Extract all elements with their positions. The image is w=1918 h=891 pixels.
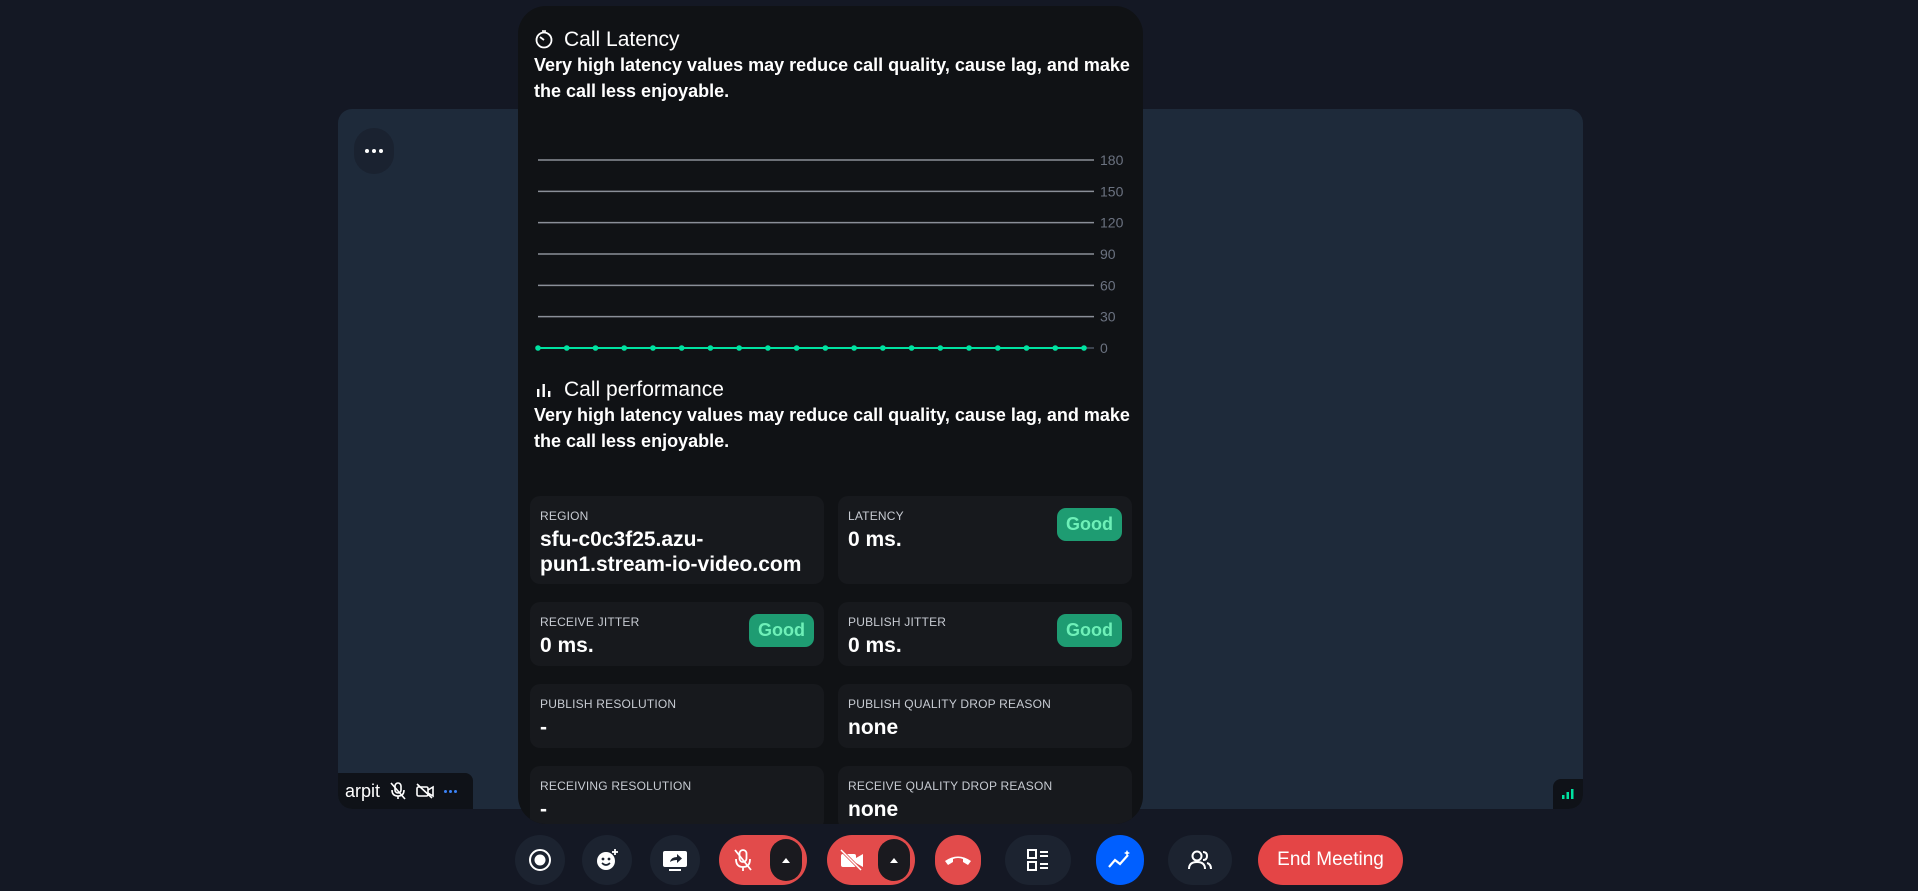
- stat-value: -: [540, 716, 547, 739]
- stat-label: RECEIVING RESOLUTION: [540, 779, 692, 793]
- stat-value: -: [540, 798, 547, 821]
- latency-data-point: [678, 345, 685, 351]
- y-tick-label: 60: [1100, 277, 1116, 293]
- status-badge: Good: [1057, 614, 1122, 647]
- latency-data-point: [822, 345, 829, 351]
- y-tick-label: 180: [1100, 152, 1124, 168]
- performance-section-title: Call performance: [534, 378, 724, 402]
- stat-label: PUBLISH RESOLUTION: [540, 697, 677, 711]
- latency-data-point: [650, 345, 656, 351]
- latency-data-point: [908, 345, 915, 351]
- latency-data-point: [1081, 345, 1087, 351]
- microphone-toggle-button[interactable]: [719, 835, 807, 885]
- performance-title: Call performance: [564, 378, 724, 401]
- reactions-button[interactable]: [582, 835, 632, 885]
- y-tick-label: 30: [1100, 309, 1116, 325]
- screen-share-icon: [663, 851, 687, 871]
- stat-label: REGION: [540, 509, 589, 523]
- chevron-up-icon: [890, 858, 898, 863]
- end-meeting-button[interactable]: End Meeting: [1258, 835, 1403, 885]
- stat-card-region: REGION sfu-c0c3f25.azu-pun1.stream-io-vi…: [530, 496, 824, 584]
- latency-data-point: [765, 345, 771, 351]
- leave-call-button[interactable]: [935, 835, 981, 885]
- emoji-add-icon: [597, 849, 618, 870]
- stat-value: none: [848, 716, 899, 739]
- performance-description: Very high latency values may reduce call…: [534, 405, 1130, 451]
- mic-off-icon: [390, 782, 406, 800]
- record-icon: [529, 849, 551, 871]
- y-tick-label: 90: [1100, 246, 1116, 262]
- latency-timer-icon: [535, 30, 553, 49]
- participants-icon: [1188, 850, 1212, 870]
- hang-up-icon: [945, 856, 971, 865]
- latency-data-point: [994, 345, 1001, 351]
- participant-more-icon[interactable]: [444, 789, 458, 793]
- latency-data-point: [707, 345, 714, 351]
- stat-value: sfu-c0c3f25.azu-pun1.stream-io-video.com: [540, 528, 802, 576]
- latency-description: Very high latency values may reduce call…: [534, 55, 1130, 101]
- stat-card-latency: LATENCY 0 ms. Good: [838, 496, 1132, 584]
- chevron-up-icon: [782, 858, 790, 863]
- latency-data-point: [535, 345, 541, 351]
- stat-value: none: [848, 798, 899, 821]
- stats-sparkle-icon: [1108, 850, 1130, 868]
- latency-data-point: [793, 345, 800, 351]
- connection-quality-icon: [1553, 779, 1583, 809]
- stat-label: RECEIVE QUALITY DROP REASON: [848, 779, 1053, 793]
- latency-data-point: [851, 345, 857, 351]
- camera-off-icon: [839, 849, 863, 871]
- y-tick-label: 120: [1100, 215, 1124, 231]
- latency-data-point: [736, 345, 742, 351]
- latency-data-point: [1023, 345, 1030, 351]
- call-stats-button[interactable]: [1096, 835, 1144, 885]
- stat-card-publish-drop-reason: PUBLISH QUALITY DROP REASON none: [838, 684, 1132, 748]
- latency-data-point: [966, 345, 972, 351]
- stat-card-receive-jitter: RECEIVE JITTER 0 ms. Good: [530, 602, 824, 666]
- stat-label: PUBLISH QUALITY DROP REASON: [848, 697, 1052, 711]
- camera-toggle-button[interactable]: [827, 835, 915, 885]
- latency-title: Call Latency: [564, 28, 680, 51]
- latency-data-point: [1052, 345, 1059, 351]
- latency-data-point: [563, 345, 570, 351]
- stat-card-publish-resolution: PUBLISH RESOLUTION -: [530, 684, 824, 748]
- latency-data-point: [937, 345, 944, 351]
- stat-card-receive-drop-reason: RECEIVE QUALITY DROP REASON none: [838, 766, 1132, 824]
- layout-grid-icon: [1027, 849, 1048, 871]
- stat-card-receiving-resolution: RECEIVING RESOLUTION -: [530, 766, 824, 824]
- participant-nameplate: arpit: [338, 773, 473, 809]
- status-badge: Good: [1057, 508, 1122, 541]
- participants-button[interactable]: [1168, 835, 1232, 885]
- microphone-options-button[interactable]: [770, 839, 802, 881]
- mic-off-icon: [734, 849, 752, 871]
- latency-chart: 180 150 120 90 60 30 0: [535, 152, 1124, 356]
- call-stats-panel: Call Latency Very high latency values ma…: [518, 6, 1143, 824]
- more-icon: [365, 149, 383, 153]
- latency-data-point: [592, 345, 599, 351]
- call-controls-bar: End Meeting: [0, 835, 1918, 885]
- camera-off-icon: [416, 783, 434, 799]
- y-tick-label: 0: [1100, 340, 1108, 356]
- stat-card-publish-jitter: PUBLISH JITTER 0 ms. Good: [838, 602, 1132, 666]
- bar-chart-icon: [537, 384, 551, 397]
- screen-share-button[interactable]: [650, 835, 700, 885]
- participant-name: arpit: [345, 780, 381, 801]
- latency-data-point: [880, 345, 886, 351]
- layout-button[interactable]: [1005, 835, 1071, 885]
- latency-section-title: Call Latency: [534, 28, 680, 52]
- participant-options-button[interactable]: [354, 128, 394, 174]
- camera-options-button[interactable]: [878, 839, 910, 881]
- record-button[interactable]: [515, 835, 565, 885]
- status-badge: Good: [749, 614, 814, 647]
- latency-data-point: [621, 345, 628, 351]
- y-tick-label: 150: [1100, 183, 1124, 199]
